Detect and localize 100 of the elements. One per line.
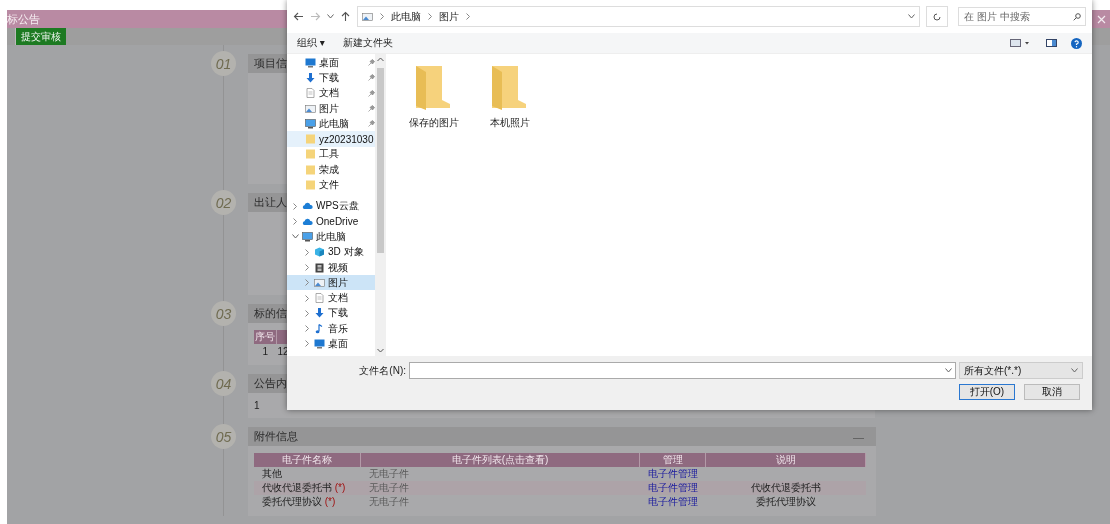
nav-item[interactable]: 3D 对象	[287, 244, 375, 260]
picture-icon	[305, 103, 316, 114]
manage-link[interactable]: 电子件管理	[639, 467, 706, 481]
folder-icon[interactable]	[416, 64, 452, 110]
nav-item[interactable]: 桌面	[287, 55, 375, 71]
nav-item[interactable]: 此电脑	[287, 229, 375, 245]
column-header: 说明	[705, 453, 866, 467]
filename-field[interactable]	[409, 362, 956, 379]
dialog-button[interactable]: 打开(O)	[959, 384, 1015, 400]
search-field[interactable]: 在 图片 中搜索	[958, 7, 1086, 26]
chevron-right-icon	[428, 13, 432, 20]
nav-item[interactable]: yz20231030	[287, 131, 375, 147]
forward-arrow-icon[interactable]	[310, 11, 321, 22]
table-cell: 代收代退委托书	[705, 481, 866, 495]
section-title: 出让人	[254, 195, 287, 210]
cloud-icon	[302, 201, 313, 212]
column-header: 电子件列表(点击查看)	[360, 453, 640, 467]
nav-item[interactable]: 文件	[287, 177, 375, 193]
step-number: 03	[211, 301, 236, 326]
folder-name[interactable]: 保存的图片	[409, 116, 459, 130]
step-number: 01	[211, 51, 236, 76]
folder-name[interactable]: 本机照片	[490, 116, 530, 130]
step-number: 05	[211, 424, 236, 449]
nav-item[interactable]: 图片	[287, 275, 375, 291]
picture-icon	[314, 277, 325, 288]
page-title: 标公告	[7, 11, 40, 27]
preview-pane-icon[interactable]	[1046, 39, 1057, 47]
section-title: 附件信息	[254, 429, 298, 444]
nav-item[interactable]: 下载	[287, 70, 375, 86]
nav-item[interactable]: OneDrive	[287, 213, 375, 230]
folder-icon[interactable]	[492, 64, 528, 110]
step-number: 04	[211, 371, 236, 396]
section-title: 标的信	[254, 306, 287, 321]
view-options-icon[interactable]	[1010, 39, 1032, 47]
dialog-button[interactable]: 取消	[1024, 384, 1080, 400]
breadcrumb-item[interactable]: 此电脑	[391, 9, 421, 24]
scroll-down-icon[interactable]	[377, 348, 384, 353]
nav-item[interactable]: 此电脑	[287, 116, 375, 132]
column-header: 序号	[254, 330, 277, 344]
breadcrumb-item[interactable]: 图片	[439, 9, 459, 24]
picture-icon	[362, 11, 373, 22]
folder-icon	[305, 180, 316, 190]
table-cell: 代收代退委托书 (*)	[254, 481, 361, 495]
table-cell: 无电子件	[360, 495, 640, 509]
table-cell: 委托代理协议 (*)	[254, 495, 361, 509]
column-header: 管理	[639, 453, 706, 467]
submit-button[interactable]: 提交审核	[15, 28, 66, 45]
nav-item[interactable]: 图片	[287, 100, 375, 117]
chevron-right-icon	[305, 264, 309, 271]
address-bar[interactable]: 此电脑 图片	[357, 6, 920, 27]
help-icon[interactable]	[1071, 37, 1082, 49]
pin-icon[interactable]	[368, 59, 375, 67]
nav-item[interactable]: 桌面	[287, 336, 375, 352]
chevron-down-icon[interactable]	[1071, 368, 1078, 373]
column-header: 电子件名称	[254, 453, 361, 467]
music-note-icon	[314, 323, 325, 334]
folder-icon	[305, 164, 316, 175]
monitor-icon	[314, 339, 325, 349]
file-type-select[interactable]: 所有文件(*.*)	[959, 362, 1083, 379]
folder-icon	[305, 134, 316, 145]
new-folder-button[interactable]: 新建文件夹	[342, 36, 393, 50]
pin-icon[interactable]	[368, 74, 375, 82]
nav-item[interactable]: 荣成	[287, 162, 375, 178]
nav-item[interactable]: 音乐	[287, 321, 375, 337]
pin-icon[interactable]	[368, 105, 375, 113]
chevron-down-icon[interactable]	[327, 14, 334, 19]
computer-icon	[302, 231, 313, 242]
chevron-down-icon[interactable]	[291, 234, 299, 240]
nav-item[interactable]: 文档	[287, 290, 375, 306]
refresh-icon[interactable]	[933, 12, 941, 21]
download-icon	[314, 308, 325, 319]
organize-button[interactable]: 组织 ▾	[297, 36, 325, 50]
cube-icon	[314, 247, 325, 258]
refresh-button[interactable]	[926, 6, 948, 27]
chevron-down-icon[interactable]	[945, 368, 952, 373]
manage-link[interactable]: 电子件管理	[639, 495, 706, 509]
manage-link[interactable]: 电子件管理	[639, 481, 706, 495]
nav-item[interactable]: 工具	[287, 146, 375, 163]
pin-icon[interactable]	[368, 120, 375, 128]
chevron-right-icon	[466, 13, 470, 20]
nav-item[interactable]: 视频	[287, 259, 375, 276]
table-cell: 1	[254, 344, 277, 358]
up-arrow-icon[interactable]	[340, 11, 351, 22]
scroll-up-icon[interactable]	[377, 57, 384, 62]
chevron-right-icon	[380, 13, 384, 20]
nav-item[interactable]: 下载	[287, 305, 375, 322]
nav-item[interactable]: WPS云盘	[287, 198, 375, 214]
search-icon[interactable]	[1073, 13, 1081, 21]
document-icon	[314, 293, 325, 304]
pin-icon[interactable]	[368, 89, 375, 97]
nav-item[interactable]: 文档	[287, 85, 375, 101]
cloud-icon	[302, 216, 313, 227]
section-title: 项目信	[254, 56, 287, 71]
film-icon	[314, 262, 325, 273]
close-icon[interactable]	[1097, 14, 1106, 24]
monitor-icon	[305, 57, 316, 68]
scrollbar[interactable]	[375, 54, 386, 356]
section-title: 公告内	[254, 376, 287, 391]
chevron-down-icon[interactable]	[908, 14, 915, 19]
back-arrow-icon[interactable]	[293, 11, 304, 22]
